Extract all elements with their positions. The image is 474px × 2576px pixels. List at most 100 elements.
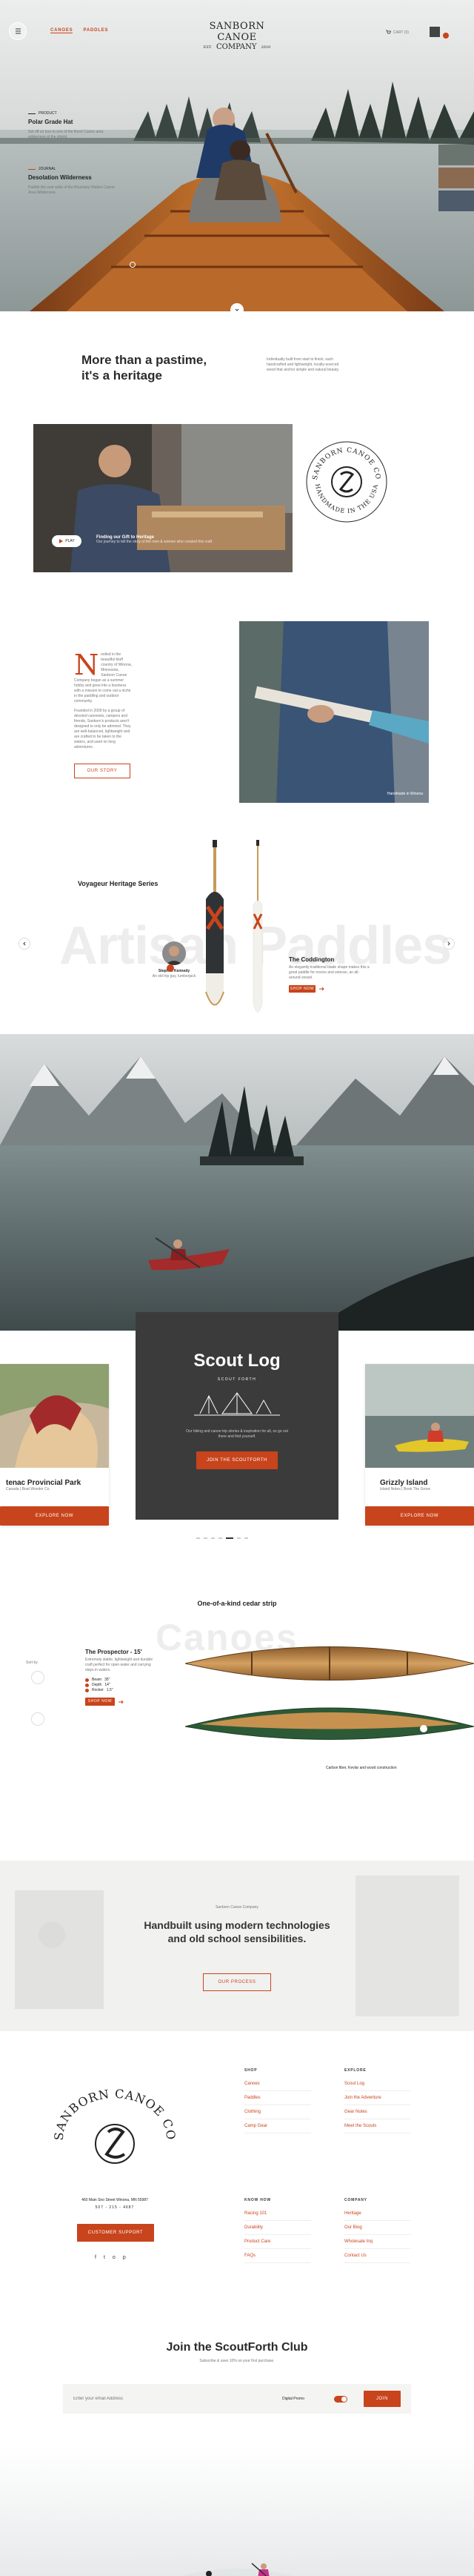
social-links: f t o p [95, 2255, 126, 2260]
spec-label: Beam [92, 1678, 102, 1682]
canoe-caption: Carbon fiber, Kevlar and wood constructi… [326, 1766, 397, 1770]
workshop-video[interactable]: PLAY Finding our Gift to Heritage Our jo… [33, 424, 293, 572]
canoes-prev-button[interactable] [31, 1671, 44, 1684]
page-dot-active[interactable] [226, 1537, 233, 1539]
paddle-photo: Handmade in Winona [239, 621, 429, 803]
hero-slide-dot[interactable] [130, 262, 136, 268]
club-title: Join the ScoutForth Club [166, 2341, 308, 2354]
footer-link[interactable]: Racing 101 [244, 2207, 311, 2221]
canoe-shop-button[interactable]: SHOP NOW [85, 1698, 115, 1706]
story-drop-cap: N [74, 649, 99, 681]
club-form: Digital Promo JOIN [63, 2384, 411, 2414]
footer-link[interactable]: Meet the Scouts [344, 2119, 411, 2133]
heritage-heading-line1: More than a pastime, [81, 353, 207, 367]
paddle-shop-button[interactable]: SHOP NOW [289, 985, 316, 993]
page-dot[interactable] [244, 1537, 248, 1539]
canoe-product-name: The Prospector - 15' [85, 1649, 142, 1655]
customer-support-button[interactable]: CUSTOMER SUPPORT [77, 2224, 154, 2242]
hero-item-text: Set off on tour to one of the finest Can… [28, 130, 104, 139]
scout-card-left-photo [0, 1364, 109, 1468]
video-caption: Finding our Gift to Heritage Our journey… [96, 535, 267, 545]
footer-link[interactable]: Scout Log [344, 2077, 411, 2091]
canoes-heading: One-of-a-kind cedar strip [197, 1600, 277, 1607]
site-logo[interactable]: SANBORN CANOE EST. COMPANY 2010 [193, 21, 281, 51]
paddle-maker-card: Stephen Kennedy An old trip guy, lumberj… [141, 941, 207, 979]
hero-item-title: Polar Grade Hat [28, 119, 73, 125]
scout-log-subtitle: SCOUT FORTH [217, 1377, 257, 1382]
join-button[interactable]: JOIN [364, 2391, 401, 2407]
handbuilt-line1: Handbuilt using modern technologies [144, 1919, 330, 1931]
chevron-left-icon [23, 941, 26, 946]
maker-hotspot[interactable] [167, 964, 174, 972]
play-video-button[interactable]: PLAY [52, 535, 81, 547]
toggle-label: Digital Promo [281, 2396, 304, 2401]
club-section: Join the ScoutForth Club Subscribe & sav… [0, 2328, 474, 2576]
account-avatar[interactable] [430, 27, 440, 37]
logo-line2: COMPANY [216, 43, 257, 51]
pinterest-icon[interactable]: p [123, 2255, 126, 2260]
lake-kayak-photo [0, 1034, 474, 1331]
canoe-product-desc: Extremely stable, lightweight and durabl… [85, 1658, 153, 1672]
page-dot[interactable] [237, 1537, 241, 1539]
footer-link[interactable]: Our Blog [344, 2221, 411, 2235]
footer-link[interactable]: Gear Notes [344, 2105, 411, 2119]
paddle-hands-photo [239, 621, 429, 803]
main-nav: CANOES PADDLES [50, 28, 108, 33]
page-dot[interactable] [211, 1537, 215, 1539]
our-process-button[interactable]: OUR PROCESS [203, 1973, 271, 1991]
footer-col-title: SHOP [244, 2068, 258, 2073]
scout-log-text: Our hiking and canoe trip stories & insp… [186, 1429, 288, 1439]
page-dot[interactable] [196, 1537, 200, 1539]
scout-card-right-button[interactable]: EXPLORE NOW [365, 1506, 474, 1526]
footer-link[interactable]: Join the Adventure [344, 2091, 411, 2105]
scout-card-left-button[interactable]: EXPLORE NOW [0, 1506, 109, 1526]
scout-card-right[interactable]: Grizzly Island Island Notes | Book The G… [365, 1364, 474, 1526]
footer-link[interactable]: Wholesale Inq [344, 2235, 411, 2249]
footer-link[interactable]: Durability [244, 2221, 311, 2235]
heritage-section: More than a pastime, it's a heritage Ind… [0, 326, 474, 815]
page-dot[interactable] [218, 1537, 222, 1539]
page-dot[interactable] [204, 1537, 207, 1539]
nav-canoes[interactable]: CANOES [50, 28, 73, 33]
paddles-prev-button[interactable] [19, 938, 30, 950]
canoe-specs: Beam 35" Depth 14" Rocker 1.5" [85, 1678, 159, 1693]
paddle-large[interactable] [200, 840, 230, 1025]
canoe-illustrations[interactable] [185, 1634, 474, 1752]
paddle-product-desc: An elegantly traditional blade shape mak… [289, 965, 370, 980]
footer-link[interactable]: Camp Gear [244, 2119, 311, 2133]
footer-link[interactable]: Contact Us [344, 2249, 411, 2263]
scout-log-section: tenac Provincial Park Canada | Boat Wond… [0, 1312, 474, 1557]
footer-link[interactable]: Clothing [244, 2105, 311, 2119]
paddles-next-button[interactable] [443, 938, 455, 950]
footer-link[interactable]: FAQs [244, 2249, 311, 2263]
our-story-button[interactable]: OUR STORY [74, 764, 130, 778]
footer-link[interactable]: Paddles [244, 2091, 311, 2105]
nav-paddles[interactable]: PADDLES [83, 28, 108, 33]
scout-join-button[interactable]: JOIN THE SCOUTFORTH [196, 1451, 278, 1469]
svg-text:SANBORN CANOE CO: SANBORN CANOE CO [312, 447, 381, 480]
promo-toggle[interactable] [334, 2395, 347, 2403]
scroll-down-button[interactable] [230, 303, 244, 311]
footer-link[interactable]: Heritage [344, 2207, 411, 2221]
scout-card-left[interactable]: tenac Provincial Park Canada | Boat Wond… [0, 1364, 109, 1526]
cart-link[interactable]: CART (0) [385, 30, 409, 36]
footer-link[interactable]: Canoes [244, 2077, 311, 2091]
handbuilt-line2: and old school sensibilities. [167, 1933, 307, 1944]
facebook-icon[interactable]: f [95, 2255, 96, 2260]
footer-phone[interactable]: 507 - 215 - 4687 [52, 2205, 178, 2211]
scout-card-left-sub: Canada | Boat Wonder Co. [6, 1487, 50, 1491]
footer-logo[interactable]: SANBORN CANOE CO [52, 2083, 178, 2172]
hero-item-text: Paddle the vast wilds of the Boundary Wa… [28, 185, 115, 195]
email-input[interactable] [73, 2397, 275, 2401]
paddle-small[interactable] [250, 840, 265, 1025]
instagram-icon[interactable]: o [113, 2255, 116, 2260]
footer-col-explore: EXPLORE Scout Log Join the Adventure Gea… [344, 2068, 411, 2133]
footer-link[interactable]: Product Care [244, 2235, 311, 2249]
hero-item-2[interactable]: JOURNAL Desolation Wilderness Paddle the… [28, 167, 117, 196]
canoes-next-button[interactable] [31, 1712, 44, 1726]
paddles-section: Artisan Paddles Voyageur Heritage Series… [0, 819, 474, 1034]
club-subtitle: Subscribe & save 10% on your first purch… [199, 2359, 275, 2363]
menu-button[interactable] [9, 22, 27, 40]
twitter-icon[interactable]: t [104, 2255, 105, 2260]
hero-item-1[interactable]: PRODUCT Polar Grade Hat Set off on tour … [28, 111, 117, 140]
